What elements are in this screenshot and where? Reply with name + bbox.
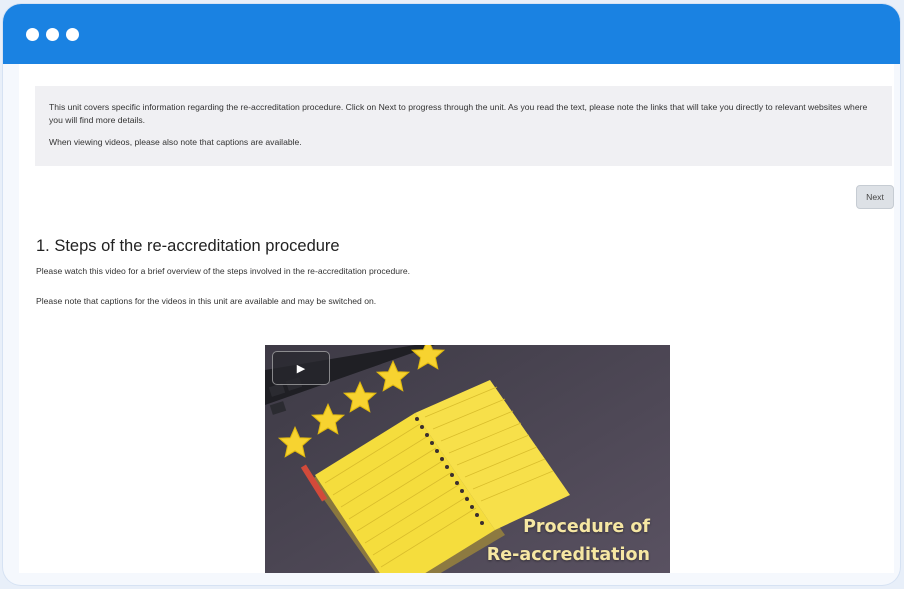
window-dot-2[interactable] [46,28,59,41]
video-title-line-1: Procedure of [523,517,650,537]
unit-info-box: This unit covers specific information re… [35,86,892,166]
info-paragraph-2: When viewing videos, please also note th… [49,137,302,147]
video-player[interactable]: ▶ Procedure of Re-accreditation [265,345,670,573]
browser-window: This unit covers specific information re… [3,4,900,585]
video-title-line-2: Re-accreditation [486,545,650,565]
play-icon: ▶ [296,362,306,375]
window-dot-3[interactable] [66,28,79,41]
play-button[interactable]: ▶ [272,351,330,385]
info-paragraph-1: This unit covers specific information re… [49,102,868,125]
section-intro: Please watch this video for a brief over… [36,266,411,276]
page-content: This unit covers specific information re… [19,64,894,573]
window-titlebar [3,4,900,64]
next-button[interactable]: Next [856,185,894,209]
window-dot-1[interactable] [26,28,39,41]
section-heading: 1. Steps of the re-accreditation procedu… [36,237,340,255]
captions-note: Please note that captions for the videos… [36,296,377,306]
window-controls [26,28,79,41]
